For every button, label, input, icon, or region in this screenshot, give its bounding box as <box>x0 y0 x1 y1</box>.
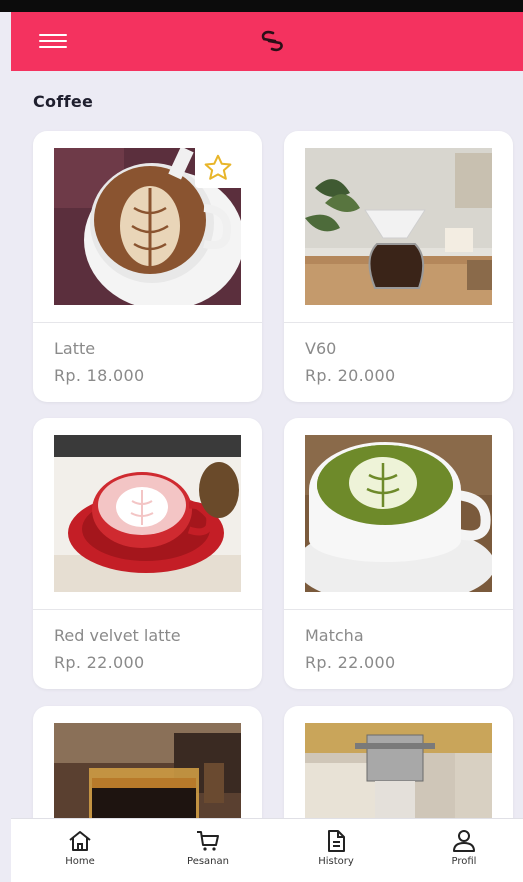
user-icon <box>453 830 475 852</box>
card-divider <box>284 609 513 610</box>
product-card-v60[interactable]: V60 Rp. 20.000 <box>284 131 513 402</box>
product-card-red-velvet-latte[interactable]: Red velvet latte Rp. 22.000 <box>33 418 262 689</box>
nav-label-pesanan: Pesanan <box>187 856 229 867</box>
product-price: Rp. 22.000 <box>305 653 396 672</box>
product-price: Rp. 18.000 <box>54 366 145 385</box>
product-name: Red velvet latte <box>54 626 181 645</box>
red-velvet-latte-image <box>54 435 241 592</box>
cart-icon <box>197 831 219 851</box>
product-name: Latte <box>54 339 96 358</box>
product-price: Rp. 20.000 <box>305 366 396 385</box>
product-card-latte[interactable]: Latte Rp. 18.000 <box>33 131 262 402</box>
nav-history[interactable]: History <box>296 819 376 882</box>
latte-image <box>54 148 241 305</box>
nav-home[interactable]: Home <box>40 819 120 882</box>
card-divider <box>284 322 513 323</box>
bottom-navigation: Home Pesanan History Profil <box>11 818 523 882</box>
document-icon <box>328 830 345 852</box>
nav-label-history: History <box>318 856 354 867</box>
product-name: Matcha <box>305 626 364 645</box>
card-divider <box>33 609 262 610</box>
product-card-matcha[interactable]: Matcha Rp. 22.000 <box>284 418 513 689</box>
card-divider <box>33 322 262 323</box>
product-name: V60 <box>305 339 337 358</box>
nav-label-home: Home <box>65 856 95 867</box>
nav-pesanan[interactable]: Pesanan <box>168 819 248 882</box>
nav-profil[interactable]: Profil <box>424 819 504 882</box>
star-icon[interactable] <box>195 148 241 188</box>
product-grid: Latte Rp. 18.000 V60 Rp. 20.000 Red velv… <box>0 0 523 881</box>
v60-image <box>305 148 492 305</box>
nav-label-profil: Profil <box>451 856 477 867</box>
matcha-image <box>305 435 492 592</box>
product-price: Rp. 22.000 <box>54 653 145 672</box>
home-icon <box>69 831 91 851</box>
